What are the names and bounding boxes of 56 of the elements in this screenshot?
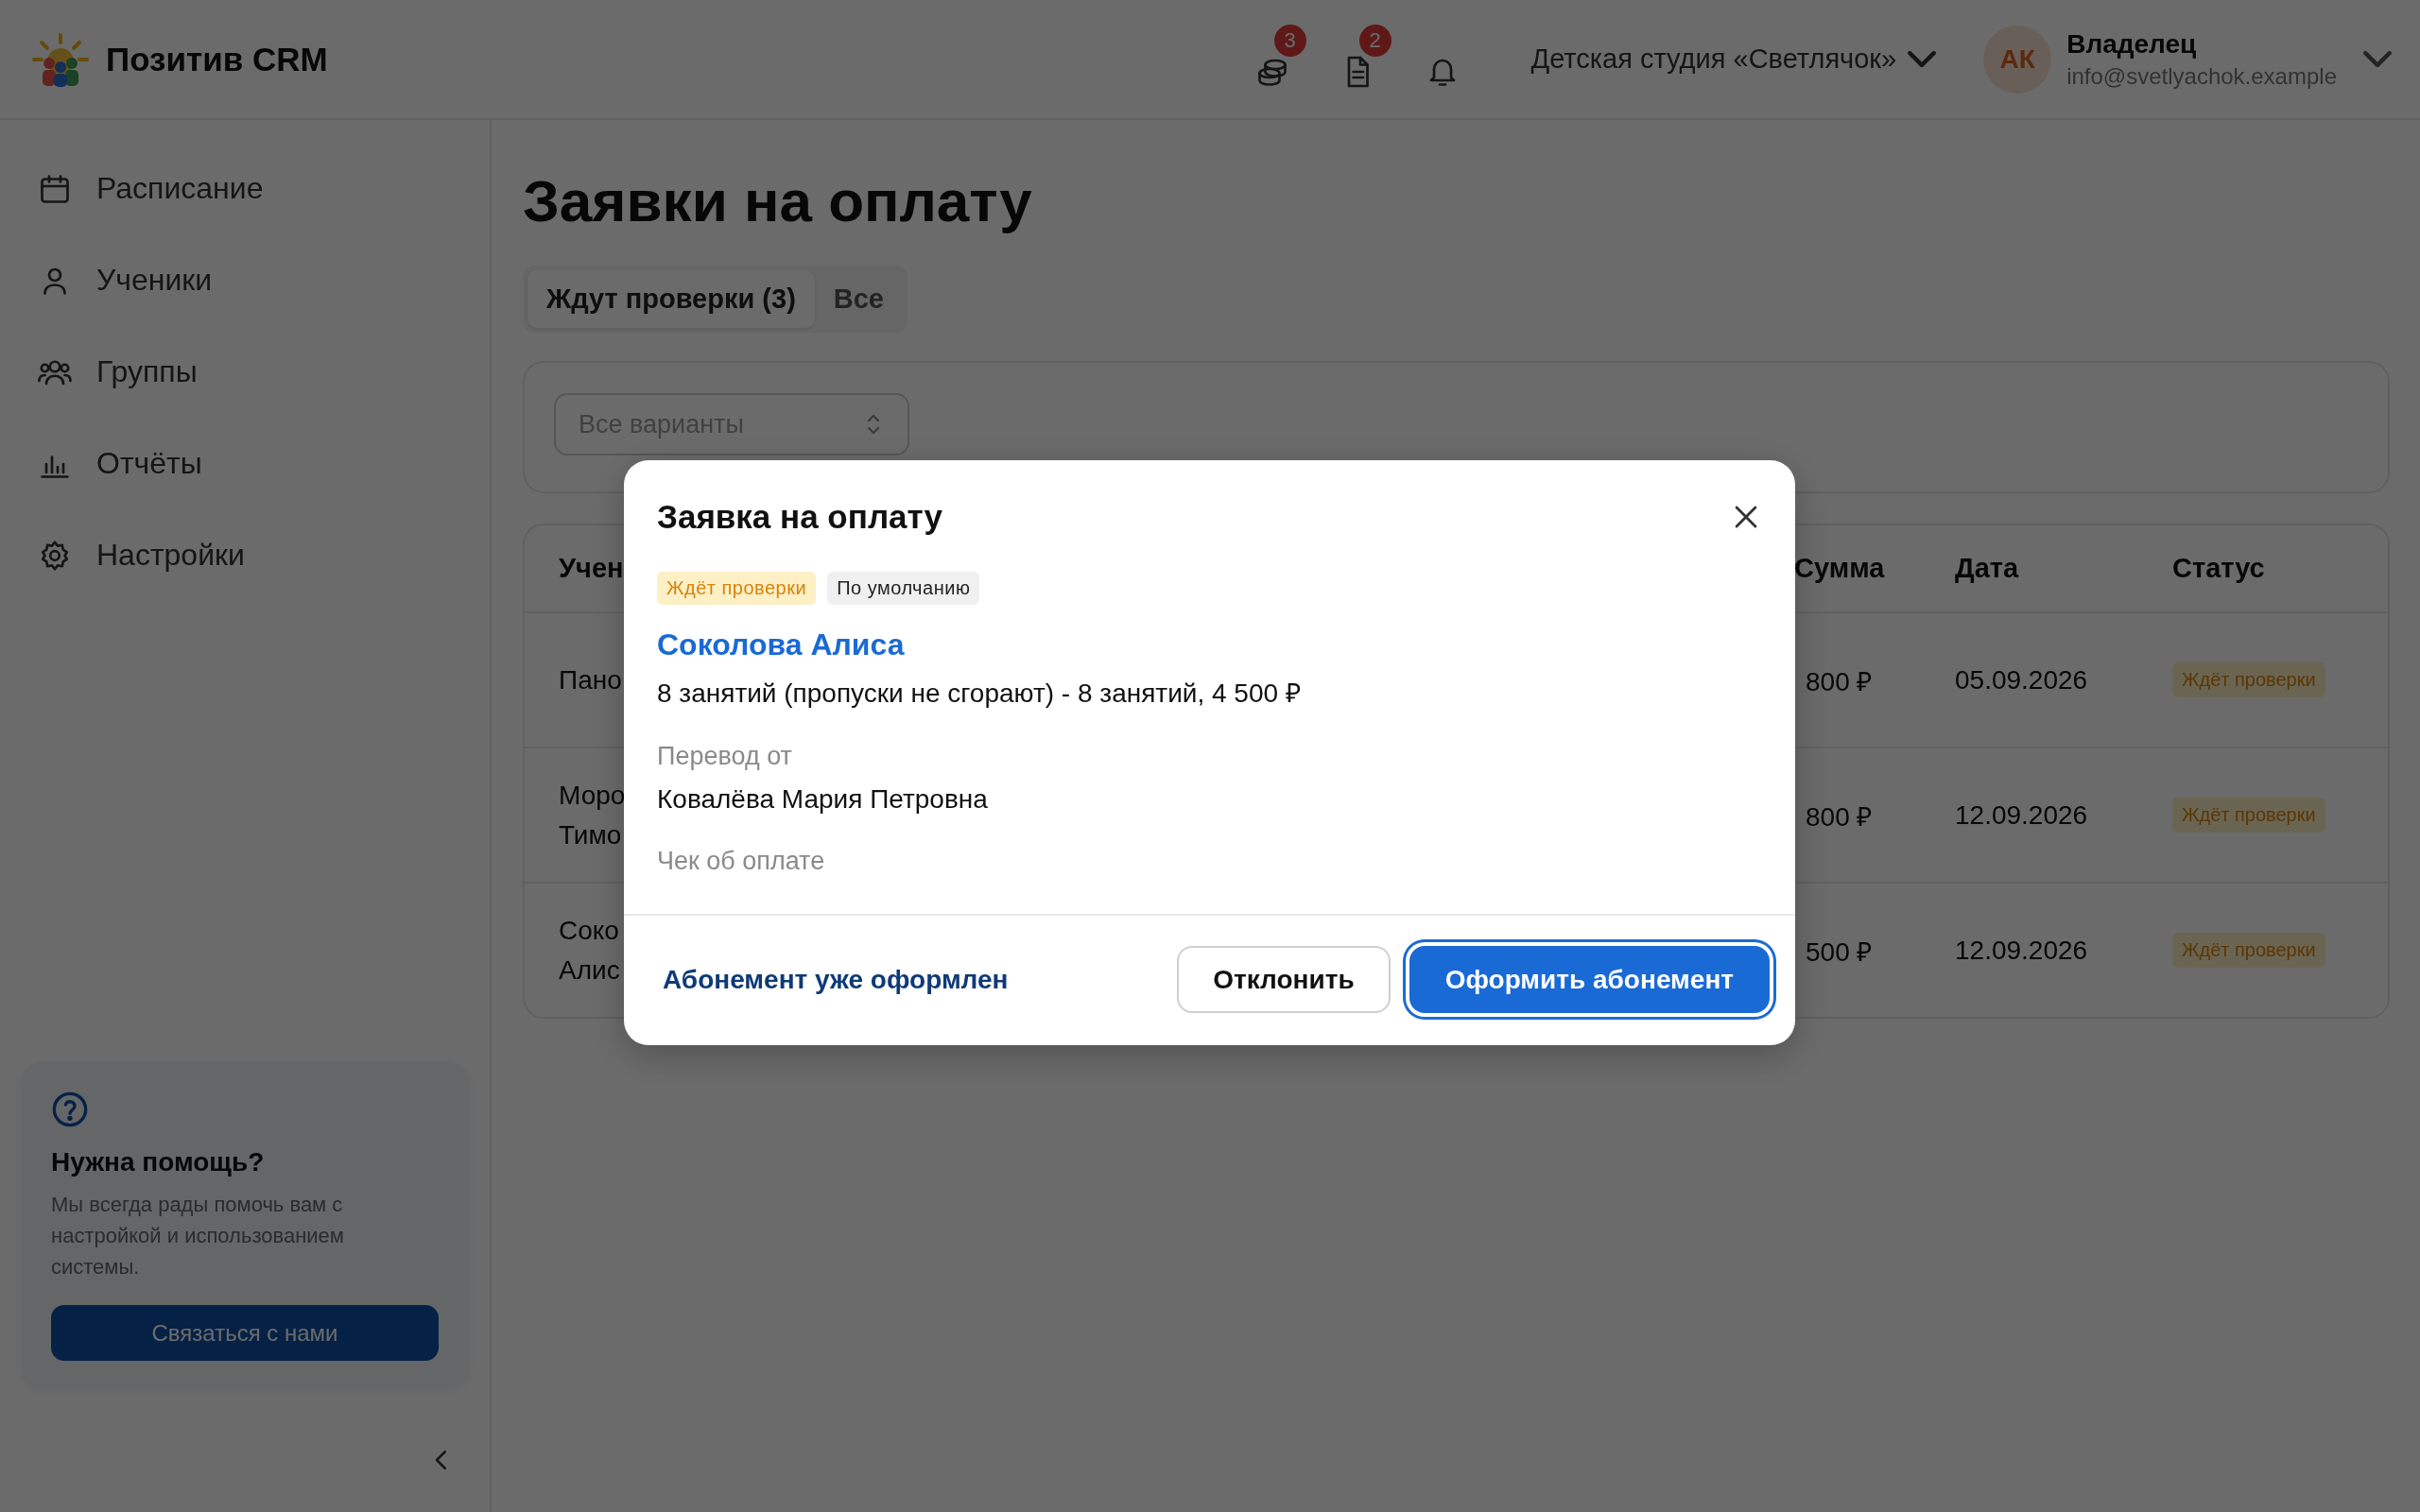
chevron-down-icon: [1908, 51, 1937, 67]
user-role: Владелец: [2066, 28, 2198, 60]
table-cell-text: 500 ₽: [1805, 936, 1873, 969]
nav-label: Ученики: [96, 263, 213, 298]
status-badge: Ждёт проверки: [657, 572, 817, 605]
nav-item[interactable]: Группы: [21, 332, 469, 412]
table-cell-text: 800 ₽: [1805, 800, 1873, 833]
filter-tab[interactable]: Все: [814, 270, 903, 328]
nav-label: Группы: [96, 354, 198, 389]
tag-badge: По умолчанию: [827, 572, 980, 605]
table-cell: 05.09.2026: [1955, 664, 2088, 696]
user-menu[interactable]: АК Владелец info@svetlyachok.example: [1983, 21, 2392, 97]
coins-button[interactable]: 3: [1237, 24, 1306, 94]
table-cell-text: 800 ₽: [1805, 665, 1873, 698]
document-button[interactable]: 2: [1322, 24, 1392, 94]
count-badge: 3: [1273, 24, 1306, 57]
table-cell-text: Соко Алис: [559, 914, 620, 987]
status-badge: Ждёт проверки: [2172, 933, 2325, 968]
help-icon: [51, 1091, 89, 1128]
page-title: Заявки на оплату: [523, 167, 1033, 235]
count-badge: 2: [1358, 24, 1392, 57]
table-cell-text: Пано: [559, 663, 622, 696]
nav-item[interactable]: Отчёты: [21, 423, 469, 504]
nav-label: Отчёты: [96, 446, 202, 481]
contact-button[interactable]: Связаться с нами: [51, 1305, 439, 1361]
user-email: info@svetlyachok.example: [2066, 62, 2337, 90]
nav-item[interactable]: Настройки: [21, 515, 469, 595]
column-header: Статус: [2172, 553, 2265, 584]
column-header: Учен: [559, 553, 624, 584]
text-button[interactable]: Абонемент уже оформлен: [661, 946, 1011, 1013]
field-label: Чек об оплате: [657, 847, 826, 876]
table-cell-text: Моро Тимо: [559, 779, 626, 851]
reject-button[interactable]: Отклонить: [1177, 946, 1391, 1013]
column-header: Сумма: [1794, 553, 1885, 584]
plan-text: 8 занятий (пропуски не сгорают) - 8 занятий, 4 500 ₽: [657, 678, 1302, 710]
field-value: Ковалёва Мария Петровна: [657, 784, 989, 815]
dialog-title: Заявка на оплату: [657, 498, 943, 536]
studio-dropdown[interactable]: Детская студия «Светлячок»: [1530, 36, 1937, 82]
avatar: АК: [1983, 25, 2052, 94]
logo-icon: [30, 30, 91, 88]
nav-item[interactable]: Ученики: [21, 240, 469, 320]
app-name: Позитив CRM: [106, 40, 328, 78]
table-cell: 12.09.2026: [1955, 935, 2088, 966]
help-title: Нужна помощь?: [51, 1147, 266, 1177]
status-badge: Ждёт проверки: [2172, 662, 2325, 697]
filter-tab[interactable]: Ждут проверки (3): [527, 270, 815, 328]
column-header: Дата: [1955, 553, 2019, 584]
table-cell: 12.09.2026: [1955, 799, 2088, 831]
nav-label: Расписание: [96, 171, 264, 206]
nav-item[interactable]: Расписание: [21, 148, 469, 229]
status-badge: Ждёт проверки: [2172, 798, 2325, 833]
field-label: Перевод от: [657, 742, 793, 771]
nav-label: Настройки: [96, 538, 245, 573]
chevron-down-icon: [2363, 51, 2392, 67]
student-link[interactable]: Соколова Алиса: [657, 627, 905, 662]
help-text: Мы всегда рады помочь вам с настройкой и использованием системы.: [51, 1192, 345, 1280]
